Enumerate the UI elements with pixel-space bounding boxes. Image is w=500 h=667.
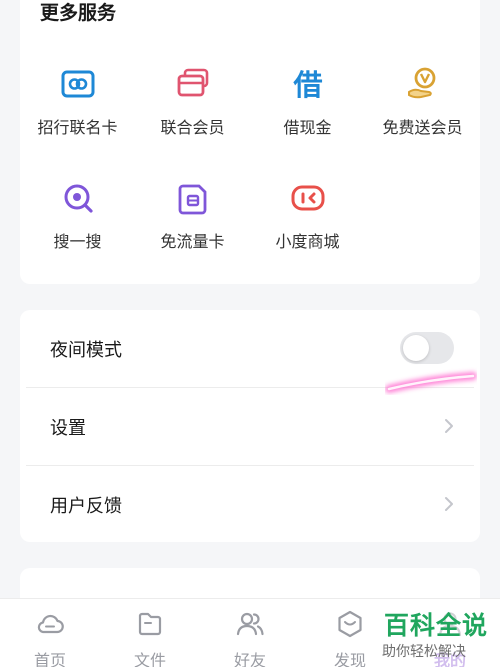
service-label: 搜一搜: [53, 232, 102, 251]
folder-icon: [138, 612, 162, 636]
toggle-knob: [403, 335, 429, 361]
xiaodu-store-icon: [291, 185, 324, 211]
tab-friends[interactable]: 好友: [200, 609, 300, 667]
borrow-glyph: 借: [292, 68, 322, 102]
tab-files[interactable]: 文件: [100, 609, 200, 667]
night-mode-label: 夜间模式: [50, 340, 122, 361]
watermark-subtitle: 助你轻松解决: [382, 644, 466, 660]
member-cards-icon: [177, 68, 208, 97]
night-mode-toggle[interactable]: [400, 332, 454, 364]
service-label: 免流量卡: [160, 232, 225, 251]
settings-label: 设置: [50, 418, 86, 439]
discover-icon: [338, 610, 362, 638]
service-cmb-card[interactable]: 招行联名卡: [20, 64, 135, 138]
service-data-card[interactable]: 免流量卡: [135, 178, 250, 252]
night-mode-row: 夜间模式: [26, 310, 474, 387]
service-free-vip[interactable]: 免费送会员: [365, 64, 480, 138]
settings-row[interactable]: 设置: [26, 388, 474, 465]
cloud-icon: [37, 614, 64, 634]
watermark: 百科全说 助你轻松解决: [376, 604, 500, 667]
service-label: 小度商城: [275, 232, 340, 251]
service-label: 免费送会员: [382, 118, 463, 137]
tab-label: 好友: [233, 651, 266, 667]
tab-label: 文件: [133, 651, 166, 667]
service-joint-membership[interactable]: 联合会员: [135, 64, 250, 138]
service-xiaodu-store[interactable]: 小度商城: [250, 178, 365, 252]
more-services-card: 更多服务 招行联名卡 联合会员 借 借现金 免费送会员 搜一搜 免流量卡 小度商…: [20, 0, 480, 284]
feedback-label: 用户反馈: [50, 496, 122, 517]
tab-label: 首页: [33, 651, 66, 667]
data-card-icon: [178, 184, 206, 215]
search-icon: [64, 184, 93, 213]
watermark-title: 百科全说: [383, 611, 488, 640]
feedback-row[interactable]: 用户反馈: [26, 466, 474, 543]
borrow-cash-icon: 借: [292, 68, 322, 102]
service-label: 联合会员: [160, 118, 225, 137]
service-borrow-cash[interactable]: 借 借现金: [250, 64, 365, 138]
credit-card-icon: [61, 70, 94, 98]
service-search[interactable]: 搜一搜: [20, 178, 135, 252]
friends-icon: [236, 612, 264, 636]
tab-home[interactable]: 首页: [0, 609, 100, 667]
free-vip-icon: [407, 67, 435, 99]
settings-card: 夜间模式 设置 用户反馈: [20, 310, 480, 542]
more-services-title: 更多服务: [40, 2, 117, 24]
service-label: 招行联名卡: [37, 118, 118, 137]
service-label: 借现金: [283, 118, 332, 137]
chevron-right-icon: [445, 497, 453, 511]
chevron-right-icon: [445, 419, 453, 433]
